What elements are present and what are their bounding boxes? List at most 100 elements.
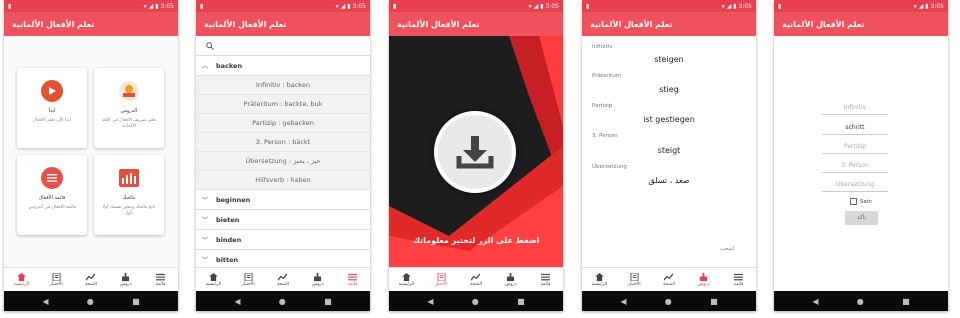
third-person-value: steigt [657, 146, 681, 155]
verb-list-card-title: قائمة الأفعال [38, 195, 66, 201]
nav-results[interactable]: النتيجة [268, 273, 298, 287]
chevron-up-icon: ︿ [202, 63, 209, 70]
verb-name: backen [216, 61, 243, 70]
download-button[interactable] [434, 111, 516, 193]
nav-list[interactable]: قائمة [338, 273, 368, 287]
nav-results[interactable]: النتيجة [461, 273, 491, 287]
status-bar: ▮ ▾ ◢ ▮ 3:05 [389, 0, 563, 12]
nav-results-label: النتيجة [276, 281, 289, 287]
list-icon [734, 273, 744, 280]
app-title: تعلم الأفعال الألمانية [582, 12, 756, 36]
nav-quiz-label: الاختبار [434, 281, 448, 287]
wifi-icon: ▾ [143, 2, 147, 10]
nav-lessons[interactable]: دروس [689, 272, 719, 287]
nav-results[interactable]: النتيجة [76, 273, 106, 287]
recents-icon[interactable]: ■ [132, 297, 140, 306]
list-circle-icon [41, 167, 63, 189]
nav-home[interactable]: الرئيسية [391, 272, 421, 287]
phone-home-screen: ▮ ▾ ◢ ▮ 3:05 تعلم الأفعال الألمانية الدروس … [4, 0, 178, 311]
list-icon [348, 273, 358, 280]
recents-icon[interactable]: ■ [902, 297, 910, 306]
back-icon[interactable]: ◀ [620, 297, 626, 306]
nav-results[interactable]: النتيجة [654, 273, 684, 287]
partizip-input[interactable]: Partizip [822, 140, 888, 154]
nav-lessons[interactable]: دروس [303, 272, 333, 287]
status-time: 3:05 [545, 2, 559, 10]
nav-list[interactable]: قائمة [724, 273, 754, 287]
translation-value: صعد ، تسلق [648, 176, 690, 185]
status-time: 3:05 [352, 2, 366, 10]
home-button-icon[interactable]: ● [279, 297, 286, 306]
translation-label: Übersetzung [592, 164, 627, 170]
nav-lessons[interactable]: دروس [496, 272, 526, 287]
partizip-value: ist gestiegen [643, 115, 695, 124]
infinitiv-value: steigen [654, 55, 684, 64]
back-icon[interactable]: ◀ [812, 297, 818, 306]
document-icon [437, 272, 446, 281]
system-nav-bar: ◀ ● ■ [4, 291, 178, 311]
chart-line-icon [664, 273, 674, 280]
verb-row[interactable]: ﹀ binden [196, 230, 370, 250]
nav-list[interactable]: قائمة [531, 273, 561, 287]
chart-line-icon [278, 273, 288, 280]
nav-home[interactable]: الرئيسية [6, 272, 36, 287]
nav-home[interactable]: الرئيسية [198, 272, 228, 287]
signal-icon: ◢ [918, 2, 924, 10]
status-bar: ▮ ▾ ◢ ▮ 3:05 [4, 0, 178, 12]
nav-quiz[interactable]: الاختبار [41, 272, 71, 287]
chevron-down-icon: ﹀ [202, 257, 209, 264]
confirm-button[interactable]: تأكد [845, 211, 878, 225]
nav-quiz[interactable]: الاختبار [619, 272, 649, 287]
app-title: تعلم الأفعال الألمانية [389, 12, 563, 36]
nav-list[interactable]: قائمة [146, 273, 176, 287]
sim-card-icon: ▮ [586, 2, 590, 10]
nav-home-label: الرئيسية [205, 281, 222, 287]
start-card[interactable]: ابدأ ابدأ الآن تعلم الأفعال [17, 68, 87, 148]
verb-row[interactable]: ﹀ bieten [196, 210, 370, 230]
chart-line-icon [471, 273, 481, 280]
home-button-icon[interactable]: ● [472, 297, 479, 306]
list-icon [541, 273, 551, 280]
nav-quiz[interactable]: الاختبار [233, 272, 263, 287]
recents-icon[interactable]: ■ [517, 297, 525, 306]
praeteritum-label: Präteritum [592, 73, 622, 79]
recents-icon[interactable]: ■ [710, 297, 718, 306]
chevron-down-icon: ﹀ [202, 217, 209, 224]
back-icon[interactable]: ◀ [42, 297, 48, 306]
home-button-icon[interactable]: ● [857, 297, 864, 306]
infinitiv-label: Infinitiv [592, 44, 613, 50]
sein-checkbox-row[interactable]: Sein [850, 198, 872, 205]
nav-list-label: قائمة [347, 281, 358, 287]
sein-checkbox[interactable] [850, 198, 857, 205]
cake-icon [122, 272, 130, 281]
verb-row[interactable]: ﹀ beginnen [196, 190, 370, 210]
phone-lesson-screen: ▮ ▾ ◢ ▮ 3:05 تعلم الأفعال الألمانية Infinit… [582, 0, 756, 311]
verb-row-expanded[interactable]: ︿ backen [196, 56, 370, 76]
nav-lessons[interactable]: دروس [111, 272, 141, 287]
results-card[interactable]: نتائجك تابع نتائجك وتطور نفسك أولا بأول [94, 155, 164, 235]
bottom-nav: الرئيسية الاختبار النتيجة دروس قائمة [196, 267, 370, 291]
verb-list-card[interactable]: قائمة الأفعال قائمة الأفعال في الدروس [17, 155, 87, 235]
lessons-card-title: الدروس [120, 108, 138, 114]
status-bar: ▮ ▾ ◢ ▮ 3:05 [582, 0, 756, 12]
system-nav-bar: ◀ ● ■ [774, 291, 948, 311]
home-icon [208, 272, 218, 281]
search-bar[interactable] [196, 36, 370, 56]
nav-quiz[interactable]: الاختبار [426, 272, 456, 287]
translation-input[interactable]: Übersetzung [822, 178, 888, 192]
status-time: 3:05 [160, 2, 174, 10]
home-button-icon[interactable]: ● [665, 297, 672, 306]
recents-icon[interactable]: ■ [324, 297, 332, 306]
nav-home[interactable]: الرئيسية [584, 272, 614, 287]
back-icon[interactable]: ◀ [234, 297, 240, 306]
praeteritum-input[interactable]: schritt [822, 121, 888, 135]
signal-icon: ◢ [533, 2, 539, 10]
partizip-label: Partizip [592, 103, 613, 109]
back-icon[interactable]: ◀ [427, 297, 433, 306]
download-icon [456, 136, 494, 169]
verb-name: bitten [216, 255, 239, 264]
third-person-input[interactable]: 3. Person [822, 159, 888, 173]
home-button-icon[interactable]: ● [87, 297, 94, 306]
infinitiv-input[interactable]: Infinitiv [822, 101, 888, 115]
lessons-card[interactable]: الدروس تعلم تصريف الأفعال في اللغة الألم… [94, 68, 164, 148]
